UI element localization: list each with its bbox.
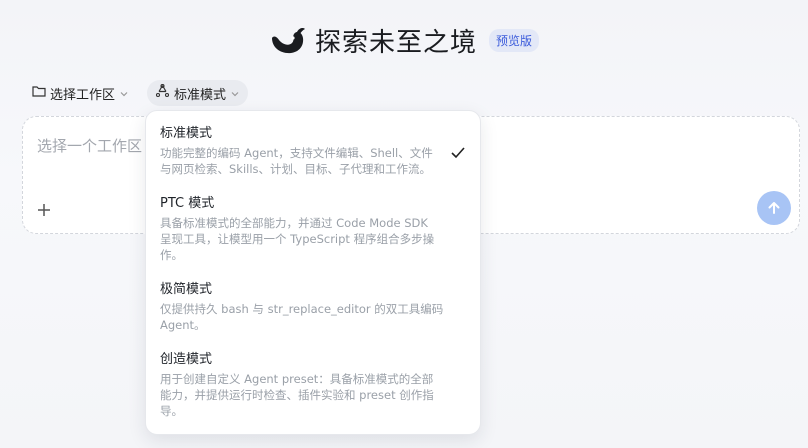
mode-option-desc-line: 能力，并提供运行时检查、插件实验和 preset 创作指 [160, 388, 434, 402]
mode-option-create[interactable]: 创造模式 用于创建自定义 Agent preset：具备标准模式的全部 能力，并… [160, 351, 450, 419]
mode-option-desc-line: Agent。 [160, 318, 206, 332]
preview-badge: 预览版 [489, 29, 540, 52]
mode-option-desc-line: 具备标准模式的全部能力，并通过 Code Mode SDK [160, 216, 428, 230]
plus-icon [38, 204, 50, 216]
mode-option-ptc[interactable]: PTC 模式 具备标准模式的全部能力，并通过 Code Mode SDK 呈现工… [160, 195, 450, 263]
prompt-input[interactable]: 选择一个工作区 [37, 135, 142, 156]
send-button[interactable] [757, 191, 791, 225]
mode-option-minimal[interactable]: 极简模式 仅提供持久 bash 与 str_replace_editor 的双工… [160, 281, 450, 333]
mode-select-button[interactable]: 标准模式 [147, 80, 249, 106]
mode-option-standard[interactable]: 标准模式 功能完整的编码 Agent，支持文件编辑、Shell、文件 与网页检索… [160, 125, 450, 177]
mode-option-desc-line: 作。 [160, 248, 183, 262]
folder-icon [32, 85, 46, 101]
checkmark-icon [450, 145, 466, 159]
mode-option-desc-line: 用于创建自定义 Agent preset：具备标准模式的全部 [160, 372, 434, 386]
mode-option-title: 标准模式 [160, 126, 213, 141]
page-header: 探索未至之境 预览版 [0, 22, 808, 59]
chevron-down-icon [119, 88, 129, 98]
mode-option-title: 创造模式 [160, 352, 213, 367]
mode-option-title: 极简模式 [160, 282, 213, 297]
chevron-down-icon [230, 88, 240, 98]
mode-option-desc-line: 呈现工具，让模型用一个 TypeScript 程序组合多步操 [160, 232, 435, 246]
page-title: 探索未至之境 [314, 28, 477, 58]
add-attachment-button[interactable] [33, 199, 55, 221]
mode-option-desc-line: 功能完整的编码 Agent，支持文件编辑、Shell、文件 [160, 146, 433, 160]
workspace-select-button[interactable]: 选择工作区 [24, 80, 137, 106]
mode-option-title: PTC 模式 [160, 196, 215, 211]
mode-dropdown-menu: 标准模式 功能完整的编码 Agent，支持文件编辑、Shell、文件 与网页检索… [145, 110, 481, 435]
whale-logo-icon [269, 25, 307, 57]
recycle-icon [155, 83, 170, 102]
mode-option-desc-line: 仅提供持久 bash 与 str_replace_editor 的双工具编码 [160, 302, 444, 316]
arrow-up-icon [768, 202, 780, 214]
workspace-select-label: 选择工作区 [50, 87, 116, 103]
mode-select-label: 标准模式 [174, 87, 227, 103]
toolbar: 选择工作区 标准模式 [24, 80, 249, 106]
mode-option-desc-line: 与网页检索、Skills、计划、目标、子代理和工作流。 [160, 162, 432, 176]
mode-option-desc-line: 导。 [160, 404, 183, 418]
